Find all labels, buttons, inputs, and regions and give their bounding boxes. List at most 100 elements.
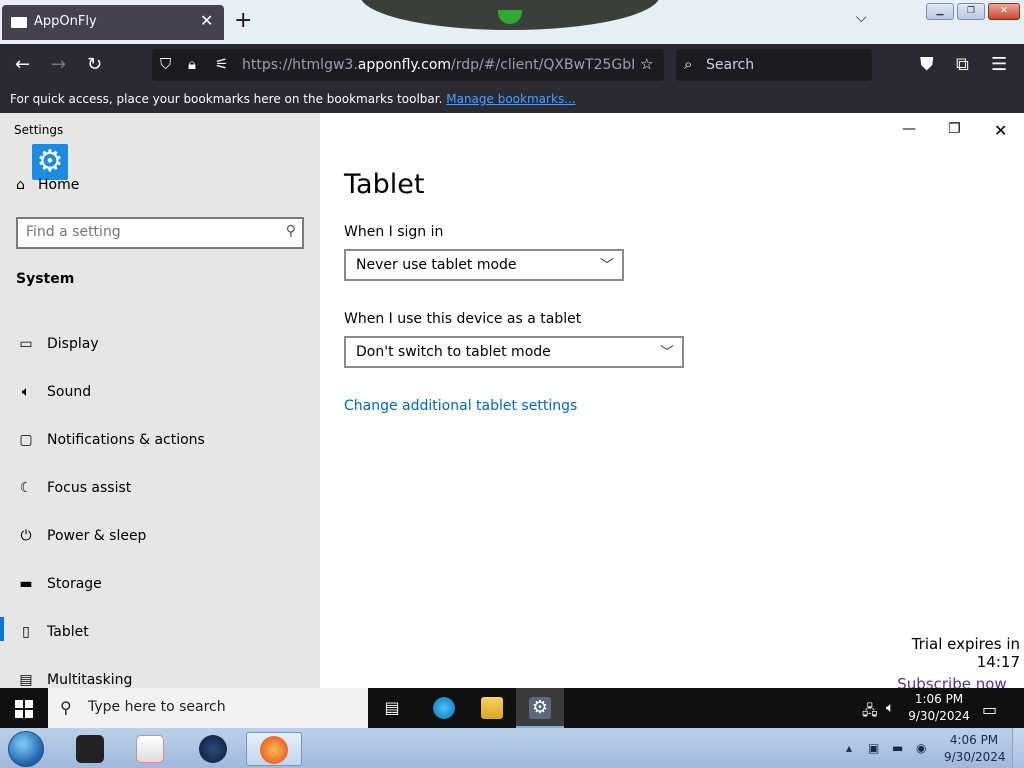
file-explorer-app[interactable] — [468, 688, 516, 728]
edge-app[interactable] — [420, 688, 468, 728]
tray-network-icon[interactable]: ◉ — [916, 741, 926, 755]
minimize-button[interactable]: ▁ — [926, 3, 954, 20]
firefox-icon — [260, 736, 288, 764]
home-nav-item[interactable]: ⌂ Home — [16, 177, 79, 193]
additional-tablet-settings-link[interactable]: Change additional tablet settings — [344, 398, 577, 414]
bookmarks-toolbar: For quick access, place your bookmarks h… — [0, 86, 1024, 113]
start-orb-icon[interactable] — [8, 731, 44, 767]
sidebar-item-storage[interactable]: ▬ Storage — [0, 565, 320, 605]
reload-icon[interactable]: ↻ — [87, 54, 102, 75]
search-box[interactable]: ⌕ Search — [676, 49, 872, 81]
sign-in-value: Never use tablet mode — [356, 257, 517, 273]
folder-icon — [481, 697, 503, 719]
taskbar-firefox[interactable] — [246, 732, 302, 766]
tablet-icon: ▯ — [22, 624, 30, 640]
search-icon[interactable]: ⚲ — [286, 223, 296, 239]
browser-tab-bar: AppOnFly ✕ + ⌵ ▁ ❐ ✕ — [0, 0, 1024, 44]
page-title: Tablet — [344, 169, 425, 200]
taskbar-app-1[interactable] — [62, 732, 118, 766]
network-icon[interactable]: 🖧︎ — [862, 700, 878, 724]
forward-icon[interactable]: → — [51, 54, 66, 75]
sound-icon: 🔈︎ — [21, 384, 31, 400]
new-tab-button[interactable]: + — [234, 8, 252, 33]
url-bar[interactable]: ⛉ 🔒︎ ⚟ https://htmlgw3.apponfly.com/rdp/… — [152, 49, 664, 81]
search-icon: ⚲ — [60, 698, 72, 717]
permissions-icon[interactable]: ⚟ — [215, 55, 228, 73]
sign-in-dropdown[interactable]: Never use tablet mode ﹀ — [344, 249, 624, 281]
tray-app-icon[interactable]: ▣ — [868, 741, 879, 755]
remote-toolbar-handle[interactable] — [360, 0, 660, 30]
trial-text: Trial expires in 14:17 — [911, 635, 1020, 671]
settings-main: — ❐ ✕ Tablet When I sign in Never use ta… — [320, 113, 1024, 693]
section-heading: System — [16, 271, 75, 287]
lock-icon[interactable]: 🔒︎ — [188, 55, 196, 73]
restore-icon[interactable]: ❐ — [948, 121, 961, 137]
close-button[interactable]: ✕ — [988, 3, 1020, 20]
task-view-icon: ▤ — [384, 698, 400, 717]
display-icon: ▭ — [19, 336, 33, 352]
windows-logo-icon — [15, 700, 33, 718]
clock-time: 1:06 PM — [914, 692, 964, 706]
trial-notice: Trial expires in 14:17 Subscribe now — [870, 635, 1020, 693]
remote-taskbar: ⚲ Type here to search ▤ ⚙ 🖧︎ 🔈︎ 1:06 PM … — [0, 688, 1024, 728]
sidebar-item-sound[interactable]: 🔈︎ Sound — [0, 373, 320, 413]
list-all-tabs-chevron-icon[interactable]: ⌵ — [856, 10, 867, 26]
show-desktop-button[interactable] — [1012, 728, 1024, 768]
window-controls: ▁ ❐ ✕ — [926, 3, 1020, 20]
star-icon[interactable]: ☆ — [640, 55, 653, 73]
menu-icon[interactable]: ☰ — [991, 54, 1007, 75]
settings-app[interactable]: ⚙ — [516, 688, 564, 728]
url-text[interactable]: https://htmlgw3.apponfly.com/rdp/#/clien… — [242, 57, 634, 73]
app-title: Settings — [14, 123, 64, 137]
tab-close-icon[interactable]: ✕ — [200, 11, 213, 30]
taskbar-search-text: Type here to search — [88, 699, 226, 715]
volume-icon[interactable]: 🔈︎ — [886, 700, 894, 716]
taskbar-clock[interactable]: 1:06 PM 9/30/2024 — [908, 691, 970, 725]
host-clock-time: 4:06 PM — [949, 733, 999, 747]
browser-tab[interactable]: AppOnFly ✕ — [2, 5, 224, 40]
clock-date: 9/30/2024 — [908, 709, 970, 723]
taskbar-app-2[interactable] — [122, 732, 178, 766]
app-icon — [76, 735, 104, 763]
chevron-down-icon: ﹀ — [600, 258, 614, 274]
restore-button[interactable]: ❐ — [957, 3, 985, 20]
device-value: Don't switch to tablet mode — [356, 344, 551, 360]
power-icon: ⏻ — [20, 528, 32, 544]
sidebar-item-tablet[interactable]: ▯ Tablet — [0, 613, 320, 653]
action-center-icon[interactable]: ▭ — [982, 700, 997, 719]
manage-bookmarks-link[interactable]: Manage bookmarks... — [446, 92, 575, 106]
sign-in-label: When I sign in — [344, 224, 444, 240]
home-label: Home — [38, 177, 80, 193]
host-clock[interactable]: 4:06 PM 9/30/2024 — [944, 732, 1006, 766]
sidebar-item-focus-assist[interactable]: ☾ Focus assist — [0, 469, 320, 509]
minimize-icon[interactable]: — — [902, 121, 916, 137]
settings-sidebar: Settings ⚙ ⌂ Home ⚲ System ▭Display 🔈︎Sou… — [0, 113, 320, 688]
start-button[interactable] — [0, 688, 48, 728]
notifications-icon: ▢ — [19, 432, 33, 448]
tray-arrow-icon[interactable]: ▴ — [846, 741, 852, 755]
extensions-icon[interactable]: ⧉ — [956, 54, 969, 75]
search-icon: ⌕ — [684, 55, 693, 73]
pocket-icon[interactable]: ⛊ — [920, 54, 934, 75]
taskbar-app-3[interactable] — [185, 732, 241, 766]
tablet-device-dropdown[interactable]: Don't switch to tablet mode ﹀ — [344, 336, 684, 368]
tab-favicon-icon — [11, 17, 27, 28]
task-view-button[interactable]: ▤ — [368, 688, 416, 728]
sidebar-item-notifications[interactable]: ▢ Notifications & actions — [0, 421, 320, 461]
sidebar-item-power-sleep[interactable]: ⏻ Power & sleep — [0, 517, 320, 557]
tray-monitor-icon[interactable]: ▬ — [892, 741, 903, 755]
find-setting-input[interactable] — [26, 224, 276, 240]
close-icon[interactable]: ✕ — [994, 121, 1007, 140]
host-taskbar: ▴ ▣ ▬ ◉ 4:06 PM 9/30/2024 — [0, 728, 1024, 768]
tab-title: AppOnFly — [34, 14, 97, 29]
taskbar-search[interactable]: ⚲ Type here to search — [48, 688, 368, 728]
find-setting-box[interactable]: ⚲ — [16, 217, 304, 249]
moon-icon: ☾ — [19, 480, 33, 496]
chevron-down-icon: ﹀ — [660, 345, 674, 361]
settings-window: Settings ⚙ ⌂ Home ⚲ System ▭Display 🔈︎Sou… — [0, 113, 1024, 693]
shield-icon[interactable]: ⛉ — [160, 55, 171, 73]
back-icon[interactable]: ← — [15, 54, 30, 75]
storage-icon: ▬ — [19, 576, 33, 592]
media-player-icon — [136, 735, 164, 763]
sidebar-item-display[interactable]: ▭ Display — [0, 325, 320, 365]
